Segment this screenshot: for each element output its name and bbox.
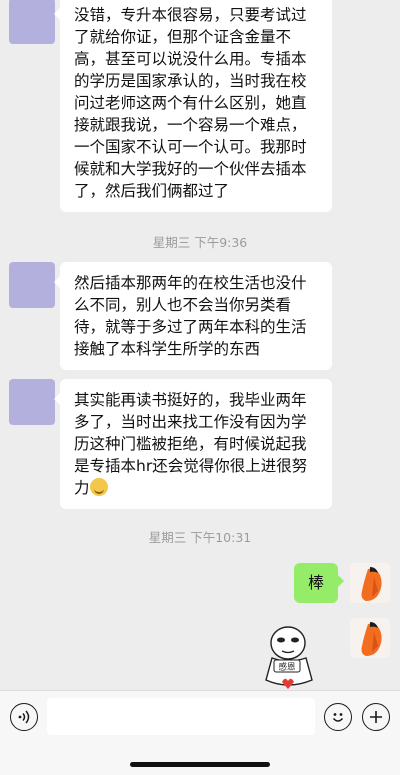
message-timestamp: 星期三 下午9:36 bbox=[152, 235, 248, 250]
home-indicator bbox=[130, 762, 270, 767]
message-text-line: 然后插本那两年的在校生活也没什 bbox=[74, 274, 307, 292]
chat-area[interactable]: 没错，专升本很容易，只要考试过 了就给你证，但那个证含金量不 高，甚至可以说没什… bbox=[0, 0, 400, 690]
add-button[interactable] bbox=[362, 703, 390, 731]
message-text-line: 接触了本科学生所学的东西 bbox=[74, 340, 261, 358]
message-text-line: 问过老师这两个有什么区别，她直 bbox=[74, 94, 307, 112]
photo-avatar-icon bbox=[350, 563, 390, 603]
panda-thank-you-sticker[interactable]: 感恩 bbox=[258, 624, 332, 690]
message-bubble-outgoing[interactable]: 棒 bbox=[294, 563, 345, 603]
message-text-line: 力 bbox=[74, 477, 318, 499]
contact-avatar[interactable] bbox=[9, 379, 55, 425]
contact-avatar[interactable] bbox=[9, 262, 55, 308]
contact-avatar[interactable] bbox=[9, 0, 55, 44]
message-text-fragment: 力 bbox=[74, 479, 90, 497]
voice-button[interactable] bbox=[10, 703, 38, 731]
emoji-icon bbox=[332, 713, 344, 722]
message-text-line: 高，甚至可以说没什么用。专插本 bbox=[74, 50, 307, 68]
my-avatar[interactable] bbox=[350, 563, 390, 603]
message-bubble-incoming[interactable]: 没错，专升本很容易，只要考试过 了就给你证，但那个证含金量不 高，甚至可以说没什… bbox=[54, 0, 332, 212]
message-text-line: 接就跟我说，一个容易一个难点， bbox=[74, 116, 307, 134]
message-text-line: 了，然后我们俩都过了 bbox=[74, 182, 230, 200]
message-text-line: 么不同，别人也不会当你另类看 bbox=[74, 296, 292, 314]
message-text-line: 其实能再读书挺好的，我毕业两年 bbox=[74, 391, 307, 409]
message-text-line: 了就给你证，但那个证含金量不 bbox=[74, 28, 292, 46]
message-text-line: 待，就等于多过了两年本科的生活 bbox=[74, 318, 307, 336]
message-text-line: 历这种门槛被拒绝，有时候说起我 bbox=[74, 435, 307, 453]
my-avatar[interactable] bbox=[350, 618, 390, 658]
message-bubble-incoming[interactable]: 其实能再读书挺好的，我毕业两年 多了，当时出来找工作没有因为学 历这种门槛被拒绝… bbox=[54, 379, 332, 509]
message-text-line: 没错，专升本很容易，只要考试过 bbox=[74, 6, 307, 24]
message-text-line: 的学历是国家承认的，当时我在校 bbox=[74, 72, 307, 90]
message-text-line: 多了，当时出来找工作没有因为学 bbox=[74, 413, 307, 431]
plus-icon bbox=[370, 711, 382, 723]
message-text-line: 是专插本hr还会觉得你很上进很努 bbox=[74, 457, 308, 475]
message-input[interactable] bbox=[47, 698, 315, 735]
message-timestamp: 星期三 下午10:31 bbox=[148, 530, 252, 545]
photo-avatar-icon bbox=[350, 618, 390, 658]
grinning-sweat-emoji bbox=[89, 478, 108, 496]
message-text-line: 候就和大学我好的一个伙伴去插本 bbox=[74, 160, 307, 178]
message-text-line: 一个国家不认可一个认可。我那时 bbox=[74, 138, 307, 156]
sticker-caption: 感恩 bbox=[278, 662, 296, 673]
message-text: 棒 bbox=[308, 573, 325, 592]
message-bubble-incoming[interactable]: 然后插本那两年的在校生活也没什 么不同，别人也不会当你另类看 待，就等于多过了两… bbox=[54, 262, 332, 370]
emoji-button[interactable] bbox=[324, 703, 352, 731]
sticker-image: 感恩 bbox=[265, 626, 313, 689]
voice-icon bbox=[18, 710, 30, 724]
